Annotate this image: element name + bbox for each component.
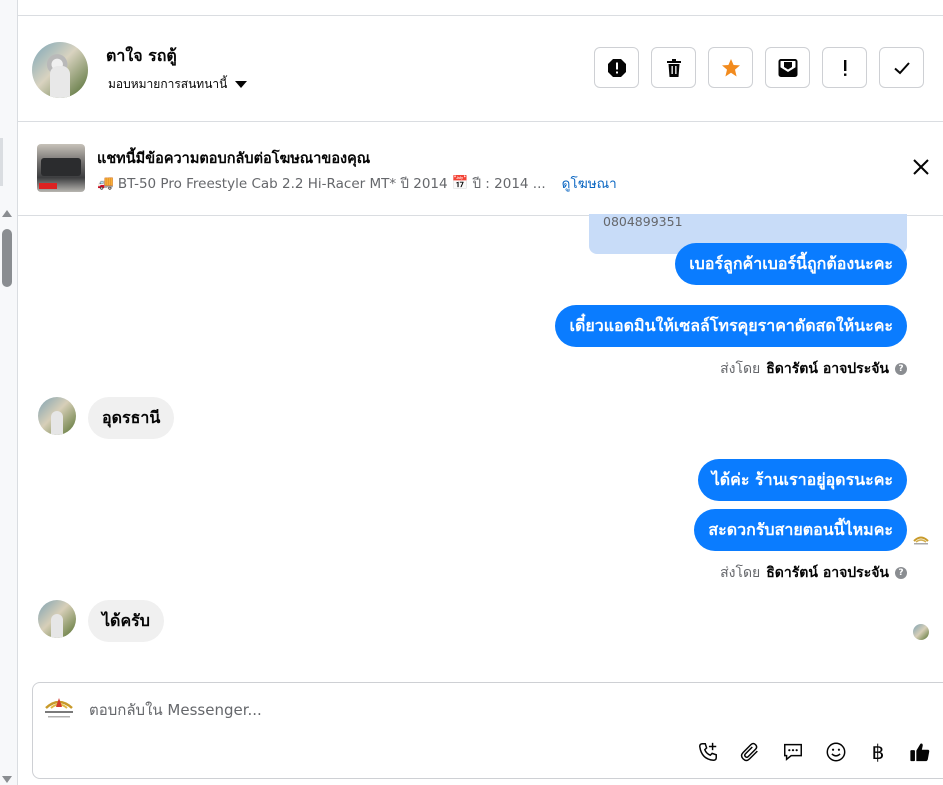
contact-avatar-small bbox=[38, 397, 76, 435]
sent-by-name: ธิดารัตน์ อาจประจัน bbox=[766, 565, 889, 581]
mark-unread-icon bbox=[778, 58, 797, 77]
sent-by-label: ส่งโดย ธิดารัตน์ อาจประจัน ? bbox=[720, 562, 907, 584]
follow-up-button[interactable] bbox=[822, 47, 867, 88]
saved-replies-button[interactable] bbox=[780, 739, 806, 765]
assign-conversation-dropdown[interactable]: มอบหมายการสนทนานี้ bbox=[108, 75, 248, 94]
message-outgoing: สะดวกรับสายตอนนี้ไหมคะ bbox=[694, 509, 907, 551]
ad-details: 🚚 BT-50 Pro Freestyle Cab 2.2 Hi-Racer M… bbox=[97, 172, 617, 194]
baht-icon: ฿ bbox=[871, 740, 885, 764]
emoji-button[interactable] bbox=[823, 739, 849, 765]
sent-by-label: ส่งโดย ธิดารัตน์ อาจประจัน ? bbox=[720, 358, 907, 380]
info-icon[interactable]: ? bbox=[895, 567, 907, 579]
scrollbar-thumb[interactable] bbox=[2, 229, 12, 287]
message-outgoing: เดี๋ยวแอดมินให้เซลล์โทรคุยราคาดัดสดให้นะ… bbox=[555, 305, 907, 347]
scroll-down-arrow[interactable] bbox=[2, 776, 12, 783]
ad-reply-banner: แชทนี้มีข้อความตอบกลับต่อโฆษณาของคุณ 🚚 B… bbox=[17, 122, 943, 216]
sent-by-prefix: ส่งโดย bbox=[720, 565, 761, 581]
scroll-up-arrow[interactable] bbox=[2, 210, 12, 217]
view-ad-link[interactable]: ดูโฆษณา bbox=[562, 172, 617, 194]
attach-button[interactable] bbox=[737, 739, 763, 765]
calendar-icon: 📅 bbox=[451, 175, 469, 191]
trash-icon bbox=[666, 58, 681, 77]
page-seen-logo-icon bbox=[913, 536, 929, 545]
message-incoming: ได้ครับ bbox=[88, 600, 164, 642]
message-outgoing: เบอร์ลูกค้าเบอร์นี้ถูกต้องนะคะ bbox=[675, 243, 907, 285]
mark-done-button[interactable] bbox=[879, 47, 924, 88]
check-icon bbox=[893, 61, 910, 74]
truck-icon: 🚚 bbox=[97, 175, 114, 191]
ad-thumbnail[interactable] bbox=[37, 144, 85, 192]
chat-bubble-icon bbox=[784, 743, 802, 761]
star-icon bbox=[721, 58, 740, 76]
assign-label: มอบหมายการสนทนานี้ bbox=[108, 77, 228, 91]
like-button[interactable] bbox=[907, 739, 933, 765]
ad-banner-title: แชทนี้มีข้อความตอบกลับต่อโฆษณาของคุณ bbox=[97, 151, 371, 167]
ad-car-name: BT-50 Pro Freestyle Cab 2.2 Hi-Racer MT*… bbox=[117, 176, 448, 192]
payment-button[interactable]: ฿ bbox=[865, 739, 891, 765]
contact-avatar[interactable] bbox=[32, 42, 88, 98]
contact-avatar-small bbox=[38, 600, 76, 638]
mark-unread-button[interactable] bbox=[765, 47, 810, 88]
spam-button[interactable] bbox=[594, 47, 639, 88]
previous-message-text: 0804899351 bbox=[603, 214, 683, 229]
conversation-header: ตาใจ รถตู้ มอบหมายการสนทนานี้ bbox=[17, 16, 943, 122]
page-logo-icon bbox=[45, 698, 73, 718]
sent-by-prefix: ส่งโดย bbox=[720, 361, 761, 377]
smiley-icon bbox=[826, 742, 846, 762]
call-button[interactable] bbox=[695, 739, 721, 765]
spam-icon bbox=[607, 58, 626, 77]
seen-avatar-icon bbox=[913, 624, 929, 640]
sent-by-name: ธิดารัตน์ อาจประจัน bbox=[766, 361, 889, 377]
message-outgoing: ได้ค่ะ ร้านเราอยู่อุดรนะคะ bbox=[697, 459, 907, 501]
left-panel-edge bbox=[0, 0, 18, 785]
exclamation-icon bbox=[843, 59, 846, 76]
ad-year: ปี : 2014 ... bbox=[472, 176, 546, 192]
left-panel-tab bbox=[0, 138, 3, 186]
caret-down-icon bbox=[235, 81, 248, 88]
message-incoming: อุดรธานี bbox=[88, 397, 175, 439]
star-button[interactable] bbox=[708, 47, 753, 88]
reply-composer: ฿ bbox=[32, 682, 943, 779]
thumbs-up-icon bbox=[910, 743, 930, 762]
message-thread: 0804899351 เบอร์ลูกค้าเบอร์นี้ถูกต้องนะค… bbox=[17, 214, 943, 678]
info-icon[interactable]: ? bbox=[895, 363, 907, 375]
phone-plus-icon bbox=[699, 742, 717, 761]
contact-name[interactable]: ตาใจ รถตู้ bbox=[106, 44, 177, 69]
delete-button[interactable] bbox=[651, 47, 696, 88]
reply-input[interactable] bbox=[89, 697, 689, 723]
paperclip-icon bbox=[740, 742, 758, 762]
close-icon[interactable] bbox=[912, 158, 930, 176]
